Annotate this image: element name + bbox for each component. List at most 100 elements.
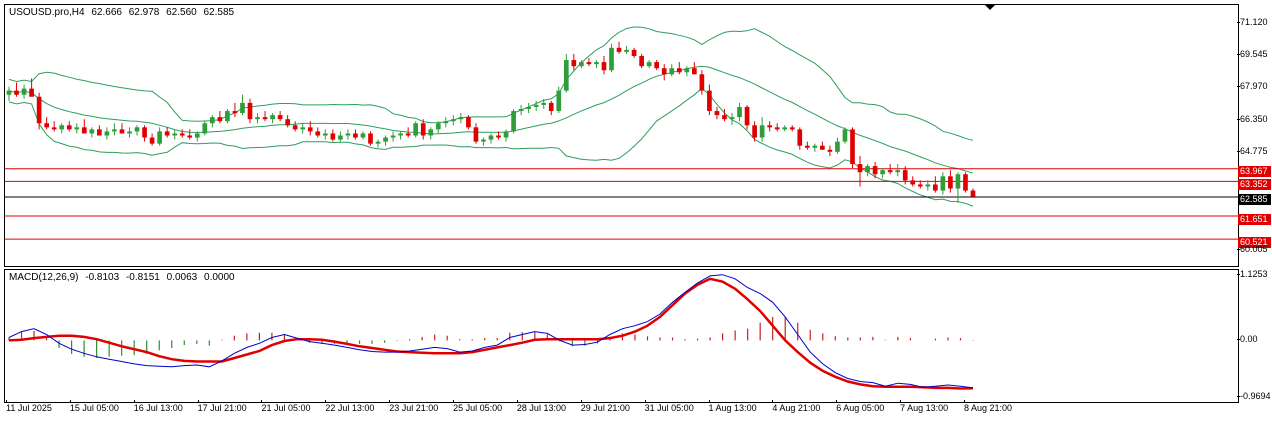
candle (104, 127, 110, 140)
candle-body (872, 166, 878, 175)
bollinger-middle-band (8, 65, 974, 174)
candle (880, 168, 885, 179)
candle (774, 123, 780, 132)
candle-body (481, 139, 486, 142)
candle-body (774, 127, 780, 130)
candle-body (66, 125, 72, 130)
candle (601, 55, 607, 75)
candle-body (473, 127, 479, 142)
candle-body (797, 129, 803, 146)
macd-signal-line (8, 277, 974, 390)
candle-body (752, 125, 757, 138)
candle (594, 60, 599, 69)
macd-chart-canvas[interactable] (5, 270, 1238, 402)
time-axis[interactable]: 11 Jul 2025 15 Jul 05:00 16 Jul 13:00 17 Ju… (4, 400, 1237, 423)
macd-name-label: MACD(12,26,9) (9, 272, 79, 283)
candle (262, 111, 268, 122)
open-price-value: 62.666 (91, 7, 122, 18)
candle (699, 70, 705, 95)
candle-body (804, 145, 810, 148)
time-tick-label: 4 Aug 21:00 (772, 400, 821, 413)
candle-body (179, 133, 185, 136)
candle (737, 102, 742, 122)
candle-body (948, 176, 953, 189)
candle-body (458, 117, 464, 120)
candle-body (548, 102, 554, 112)
candle (631, 47, 637, 59)
candle (112, 123, 117, 136)
candle-body (59, 125, 65, 130)
chart-window[interactable]: USOUSD.pro,H4 62.666 62.978 62.560 62.58… (0, 0, 1272, 423)
candle-body (405, 133, 411, 136)
candle-body (44, 123, 49, 128)
candle-body (661, 68, 667, 75)
candle-body (902, 170, 908, 181)
candle-body (202, 123, 208, 134)
candle (933, 176, 938, 193)
candle (609, 43, 614, 73)
price-chart-canvas[interactable] (5, 5, 1238, 266)
time-tick-label: 11 Jul 2025 (6, 400, 52, 413)
candle-body (850, 129, 855, 165)
candle (149, 133, 155, 146)
candle-body (277, 115, 283, 120)
candle-body (789, 127, 795, 130)
candle (383, 135, 388, 146)
level-price-label: 63.352 (1238, 178, 1271, 190)
candle-body (880, 170, 885, 175)
candle-body (157, 131, 162, 144)
candle (857, 155, 863, 187)
candle (6, 86, 12, 101)
candle (835, 137, 840, 154)
symbol-timeframe-label: USOUSD.pro,H4 (9, 7, 85, 18)
candle-body (142, 127, 147, 138)
candle-body (127, 131, 132, 134)
candle (338, 131, 343, 142)
candle-body (21, 88, 27, 95)
candle (232, 102, 238, 118)
candle-body (676, 68, 682, 73)
candle (315, 127, 321, 138)
candle-body (895, 170, 901, 173)
time-tick-label: 8 Aug 21:00 (964, 400, 1013, 413)
candle-body (782, 127, 788, 130)
candle (759, 117, 765, 142)
candle (692, 62, 697, 75)
candle (752, 121, 757, 142)
time-tick-label: 22 Jul 13:00 (325, 400, 375, 413)
candle (164, 127, 170, 138)
candle-body (699, 74, 705, 91)
candle (413, 121, 419, 138)
candle (119, 123, 125, 134)
candle-body (255, 117, 260, 120)
candle-body (684, 68, 690, 73)
candle-body (149, 137, 155, 144)
candle-body (729, 117, 735, 120)
candle (375, 139, 381, 148)
candle-body (285, 119, 290, 126)
price-tick-label: 71.120 (1237, 16, 1268, 27)
candle (473, 123, 479, 144)
candle (172, 129, 178, 140)
candle-body (435, 123, 441, 130)
macd-tick-label: 1.1253 (1237, 269, 1268, 279)
time-tick-label: 15 Jul 05:00 (69, 400, 119, 413)
price-chart-pane[interactable]: USOUSD.pro,H4 62.666 62.978 62.560 62.58… (4, 4, 1239, 267)
macd-axis[interactable]: 1.1253 0.00 -0.9694 (1237, 269, 1272, 403)
chart-shift-marker[interactable] (984, 4, 996, 10)
candle (322, 129, 328, 140)
candle (36, 92, 42, 130)
candle-body (300, 127, 306, 130)
candle (503, 129, 509, 142)
time-tick-label: 7 Aug 13:00 (900, 400, 949, 413)
candle (518, 104, 524, 116)
macd-indicator-pane[interactable]: MACD(12,26,9) -0.8103 -0.8151 0.0063 0.0… (4, 269, 1239, 403)
candle-body (443, 121, 449, 124)
candle (277, 111, 283, 122)
candle-body (842, 129, 848, 142)
time-tick-label: 28 Jul 13:00 (516, 400, 566, 413)
candle-body (925, 184, 931, 187)
price-axis[interactable]: 63.967 63.352 62.585 61.651 60.521 71.120 69.5… (1237, 4, 1272, 267)
candle (345, 129, 351, 140)
candle (353, 129, 358, 140)
